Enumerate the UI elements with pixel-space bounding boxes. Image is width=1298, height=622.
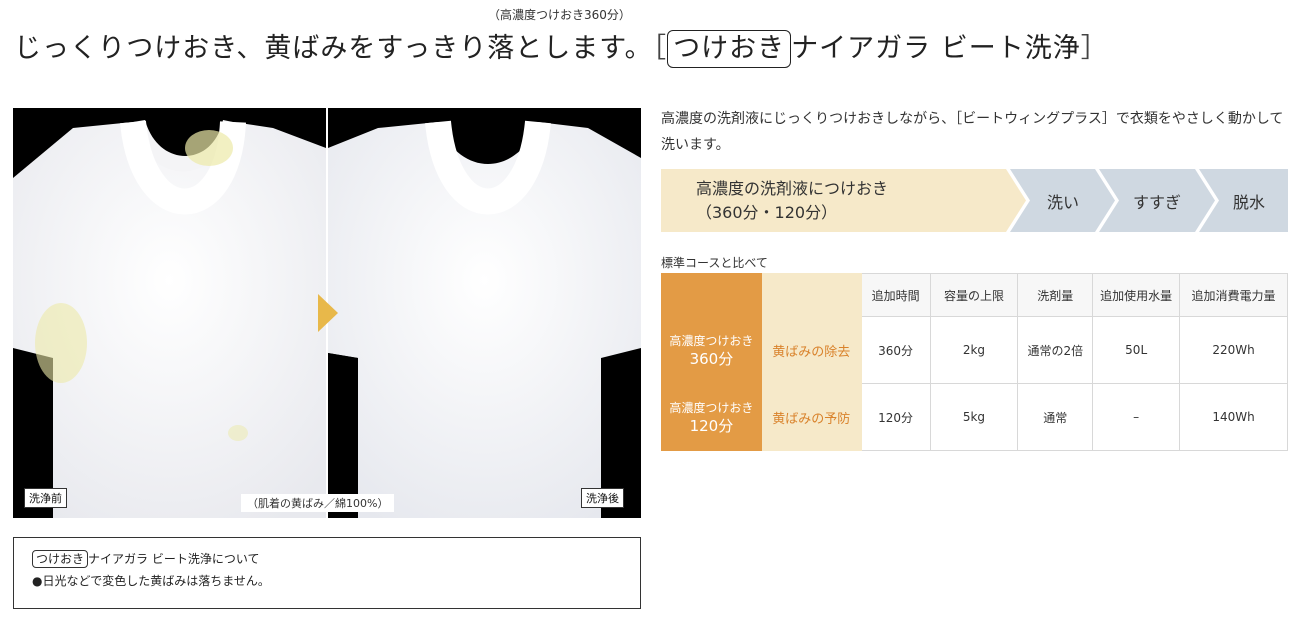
cell-detergent: 通常 bbox=[1017, 383, 1094, 451]
flow-step-spin: 脱水 bbox=[1233, 193, 1266, 212]
cell-extra-water: 50L bbox=[1092, 316, 1181, 384]
cell-detergent: 通常の2倍 bbox=[1017, 316, 1094, 384]
row-label: 高濃度つけおき 120分 bbox=[661, 383, 762, 451]
cell-capacity: 5kg bbox=[929, 383, 1019, 451]
before-label: 洗浄前 bbox=[24, 488, 67, 508]
header-blank-effect bbox=[760, 273, 862, 317]
cell-extra-time: 120分 bbox=[860, 383, 931, 451]
before-after-photo: 洗浄前 （肌着の黄ばみ／綿100%） 洗浄後 bbox=[13, 108, 641, 518]
notice-badge: つけおき bbox=[32, 550, 89, 568]
notice-box: つけおき ナイアガラ ビート洗浄について ●日光などで変色した黄ばみは落ちません。 bbox=[13, 537, 641, 609]
flow-step-wash: 洗い bbox=[1047, 193, 1080, 212]
soak-badge: つけおき bbox=[667, 30, 792, 68]
row-label: 高濃度つけおき 360分 bbox=[661, 316, 762, 384]
page-headline: じっくりつけおき、黄ばみをすっきり落とします。［ つけおき ナイアガラ ビート洗浄］ bbox=[14, 26, 1109, 68]
before-image bbox=[13, 108, 326, 518]
cell-extra-power: 220Wh bbox=[1179, 316, 1288, 384]
row-label-top: 高濃度つけおき bbox=[669, 334, 754, 348]
cell-extra-water: – bbox=[1092, 383, 1181, 451]
header-extra-water: 追加使用水量 bbox=[1092, 273, 1181, 317]
header-extra-time: 追加時間 bbox=[860, 273, 931, 317]
photo-caption: （肌着の黄ばみ／綿100%） bbox=[241, 494, 395, 512]
soak-duration-note: （高濃度つけおき360分） bbox=[488, 8, 631, 22]
arrow-right-icon bbox=[318, 294, 338, 332]
bracket-close: ］ bbox=[1080, 33, 1109, 64]
row-label-top: 高濃度つけおき bbox=[669, 401, 754, 415]
table-row: 高濃度つけおき 360分 黄ばみの除去 360分 2kg 通常の2倍 50L 2… bbox=[661, 316, 1288, 384]
comparison-table: 追加時間 容量の上限 洗剤量 追加使用水量 追加消費電力量 高濃度つけおき 36… bbox=[661, 273, 1288, 451]
row-label-big: 360分 bbox=[689, 350, 734, 368]
product-name: ナイアガラ ビート洗浄 bbox=[791, 33, 1081, 64]
flow-step-rinse: すすぎ bbox=[1133, 193, 1182, 212]
table-header-row: 追加時間 容量の上限 洗剤量 追加使用水量 追加消費電力量 bbox=[661, 273, 1288, 317]
cell-extra-time: 360分 bbox=[860, 316, 931, 384]
row-effect: 黄ばみの予防 bbox=[760, 383, 862, 451]
flow-step-soak: 高濃度の洗剤液につけおき （360分・120分） bbox=[696, 177, 888, 225]
feature-description: 高濃度の洗剤液にじっくりつけおきしながら、［ビートウィングプラス］で衣類をやさし… bbox=[661, 111, 1284, 153]
after-image bbox=[328, 108, 641, 518]
header-blank-label bbox=[661, 273, 762, 317]
header-detergent: 洗剤量 bbox=[1017, 273, 1094, 317]
notice-item: ●日光などで変色した黄ばみは落ちません。 bbox=[32, 574, 270, 588]
row-effect: 黄ばみの除去 bbox=[760, 316, 862, 384]
notice-title: つけおき ナイアガラ ビート洗浄について bbox=[32, 548, 622, 570]
cell-capacity: 2kg bbox=[929, 316, 1019, 384]
process-flow: 高濃度の洗剤液につけおき （360分・120分） 洗い すすぎ 脱水 bbox=[661, 169, 1288, 232]
after-label: 洗浄後 bbox=[581, 488, 624, 508]
cell-extra-power: 140Wh bbox=[1179, 383, 1288, 451]
table-caption: 標準コースと比べて bbox=[661, 256, 768, 270]
flow-step-soak-line2: （360分・120分） bbox=[696, 203, 838, 222]
row-label-big: 120分 bbox=[689, 417, 734, 435]
header-capacity: 容量の上限 bbox=[929, 273, 1019, 317]
header-extra-power: 追加消費電力量 bbox=[1179, 273, 1288, 317]
table-row: 高濃度つけおき 120分 黄ばみの予防 120分 5kg 通常 – 140Wh bbox=[661, 383, 1288, 451]
notice-title-text: ナイアガラ ビート洗浄について bbox=[88, 552, 260, 566]
headline-text: じっくりつけおき、黄ばみをすっきり落とします。 bbox=[14, 33, 653, 64]
bracket-open: ［ bbox=[652, 33, 668, 64]
flow-step-soak-line1: 高濃度の洗剤液につけおき bbox=[696, 179, 889, 198]
